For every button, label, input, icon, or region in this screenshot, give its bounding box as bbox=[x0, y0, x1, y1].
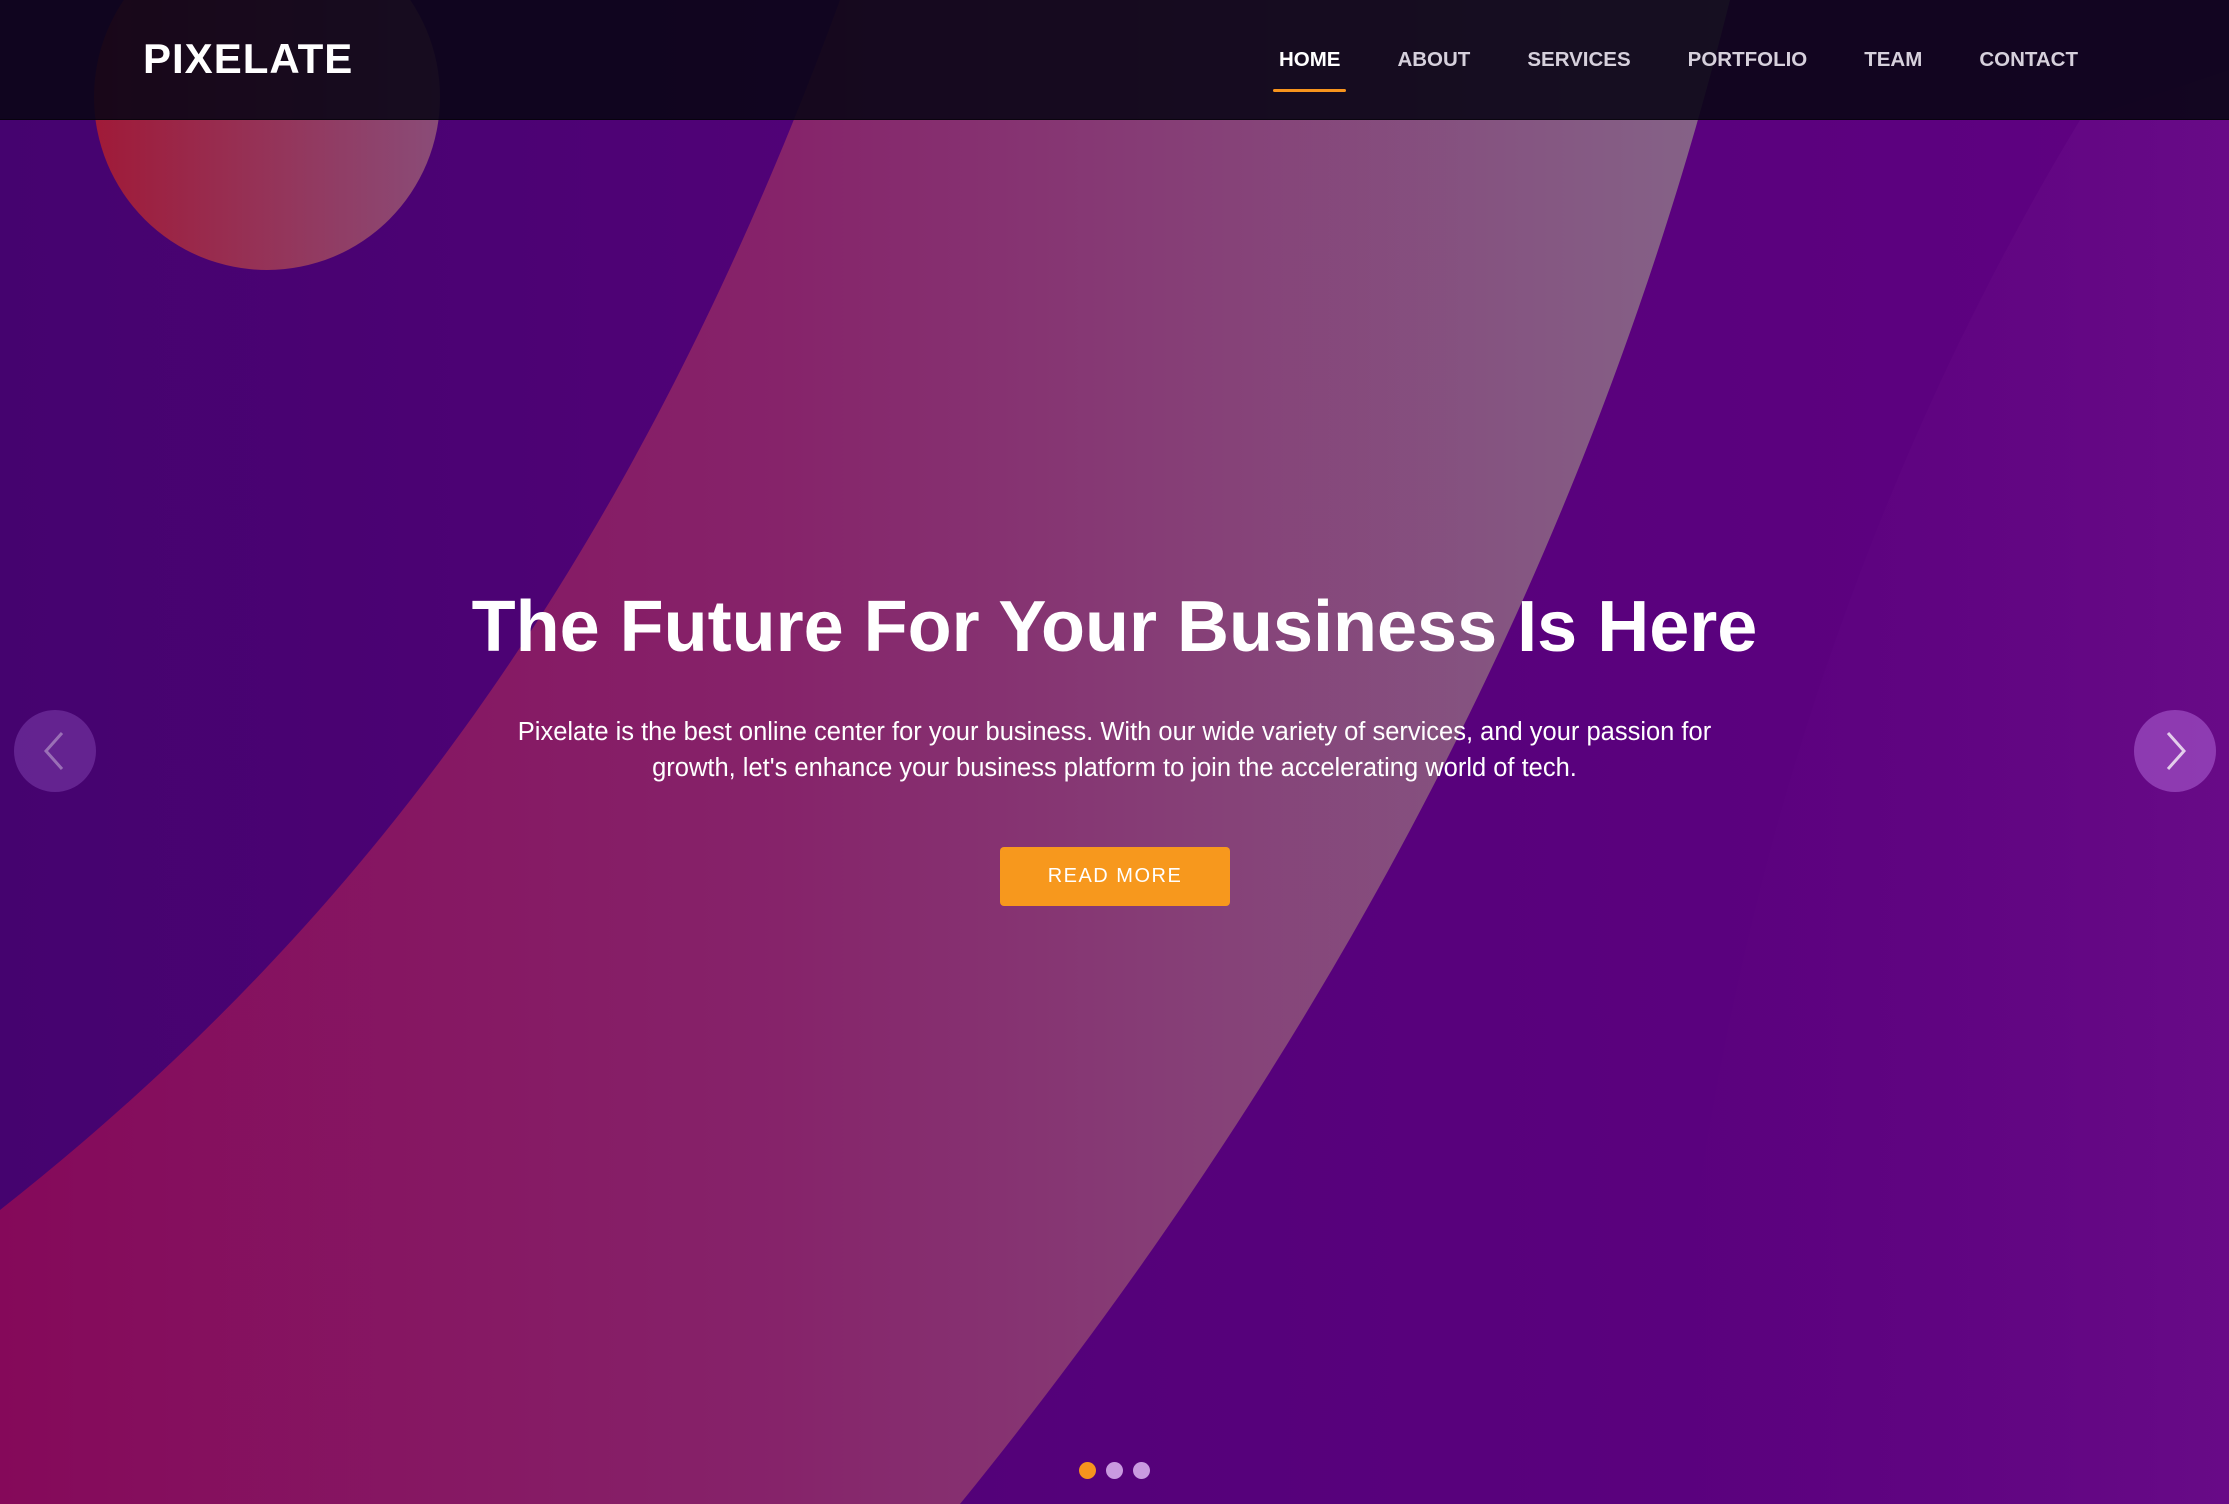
carousel-dot-2[interactable] bbox=[1106, 1462, 1123, 1479]
top-navbar: PIXELATE HOME ABOUT SERVICES PORTFOLIO T… bbox=[0, 0, 2229, 120]
nav-item-about[interactable]: ABOUT bbox=[1391, 45, 1476, 75]
read-more-button[interactable]: READ MORE bbox=[1000, 847, 1230, 906]
carousel-dot-1[interactable] bbox=[1079, 1462, 1096, 1479]
carousel-indicators bbox=[1079, 1462, 1160, 1479]
main-nav: HOME ABOUT SERVICES PORTFOLIO TEAM CONTA… bbox=[1228, 0, 2084, 119]
hero-subtext: Pixelate is the best online center for y… bbox=[517, 718, 1712, 782]
carousel-next-button[interactable] bbox=[2134, 710, 2216, 792]
hero-section: PIXELATE HOME ABOUT SERVICES PORTFOLIO T… bbox=[0, 0, 2229, 1504]
nav-item-team[interactable]: TEAM bbox=[1858, 45, 1928, 75]
nav-item-portfolio[interactable]: PORTFOLIO bbox=[1682, 45, 1814, 75]
hero-headline: The Future For Your Business Is Here bbox=[471, 587, 1758, 667]
site-logo[interactable]: PIXELATE bbox=[143, 32, 353, 86]
nav-item-home[interactable]: HOME bbox=[1272, 45, 1347, 92]
chevron-left-icon bbox=[43, 732, 64, 770]
nav-item-contact[interactable]: CONTACT bbox=[1973, 45, 2084, 75]
chevron-right-icon bbox=[2166, 732, 2187, 770]
nav-item-services[interactable]: SERVICES bbox=[1521, 45, 1636, 75]
carousel-prev-button[interactable] bbox=[14, 710, 96, 792]
carousel-dot-3[interactable] bbox=[1133, 1462, 1150, 1479]
